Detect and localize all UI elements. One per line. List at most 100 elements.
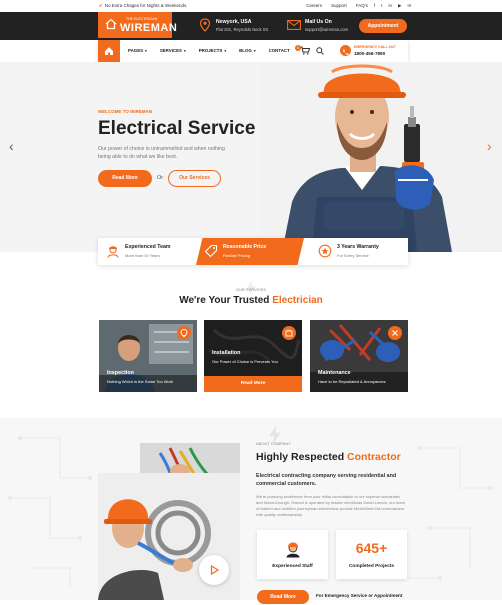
email-icon[interactable]: ✉ [408,3,412,9]
or-text: Or [157,175,164,181]
facebook-icon[interactable]: f [374,3,375,9]
installation-read-more-button[interactable]: Read More [204,376,302,392]
about-title-accent: Contractor [347,451,401,463]
services-title-accent: Electrician [272,295,323,306]
location-info: Newyork, USA Flat 201, Reynolds Neck Str [216,19,268,33]
staff-label: Experienced Staff [272,564,313,569]
chevron-down-icon: ▾ [145,49,147,53]
card-title: Installation [212,350,241,356]
completed-projects-box: 645+ Completed Projects [336,530,407,579]
youtube-icon[interactable]: ▶ [398,3,401,9]
nav-label: PAGES [128,48,144,53]
slider-prev-arrow-icon[interactable]: ‹ [9,138,14,154]
home-button[interactable] [98,40,120,62]
feature-experienced-team: Experienced Team More than 10 Years [98,238,198,265]
house-logo-icon [105,18,117,30]
faq-link[interactable]: FAQ's [356,3,368,8]
careers-link[interactable]: Careers [306,3,322,8]
circuit-pattern [8,436,492,588]
projects-label: Completed Projects [348,564,395,569]
electrician-photo [262,62,502,252]
worker-icon [107,246,119,258]
maintenance-icon [388,326,402,340]
staff-icon [286,542,300,558]
services-subtitle: OUR SERVICES [235,287,267,292]
hero-read-more-button[interactable]: Read More [98,170,152,187]
mail-title: Mail Us On [305,19,332,25]
inspection-icon [177,326,191,340]
linkedin-icon[interactable]: in [389,3,393,9]
card-desc: Our Power of Choice is Prevents You [212,359,278,364]
nav-items: PAGES ▾ SERVICES ▾ PROJECTS ▾ BLOG ▾ CONTACT [128,48,290,53]
about-subtitle: ABOUT COMPANY [256,441,291,446]
search-icon[interactable] [316,47,324,55]
about-read-more-button[interactable]: Read More [257,590,309,604]
appointment-button[interactable]: Appointment [359,19,407,33]
home-icon [105,47,113,55]
nav-label: SERVICES [159,48,182,53]
emergency-note: For Emergency Service or Appointment [316,593,403,598]
mail-address[interactable]: support@wireman.com [305,27,348,32]
nav-item-projects[interactable]: PROJECTS ▾ [199,48,226,53]
feature-desc: More than 10 Years [125,253,160,258]
warranty-badge-icon [318,244,332,258]
chevron-down-icon: ▾ [253,49,256,53]
feature-title: Experienced Team [125,244,171,250]
services-title-main: We're Your Trusted [179,295,273,306]
feature-desc: Flexible Pricing [223,253,251,258]
projects-number: 645+ [355,540,388,556]
logo[interactable]: THE ELECTRICIAN WIREMAN [98,12,177,38]
nav-item-pages[interactable]: PAGES ▾ [128,48,147,53]
price-tag-icon [204,244,218,258]
about-title: Highly Respected Contractor [256,451,401,463]
location-icon [199,18,211,32]
play-video-button[interactable] [199,555,229,585]
emergency-call[interactable]: EMERGENCY CALL 24/7 1800-456-7890 [338,43,408,59]
support-link[interactable]: Support [331,3,347,8]
card-title: Inspection [107,370,134,376]
card-desc: Have to be Repudiated & Annoyances [318,379,386,384]
play-icon [210,564,220,576]
chevron-down-icon: ▾ [224,49,227,53]
nav-item-blog[interactable]: BLOG ▾ [239,48,255,53]
logo-tagline: THE ELECTRICIAN [126,17,158,21]
cart-icon[interactable] [300,46,310,55]
location-detail: Flat 201, Reynolds Neck Str [216,27,269,32]
slider-next-arrow-icon[interactable]: › [487,138,492,154]
feature-desc: For Every Service [337,253,369,258]
service-card-installation[interactable]: Installation Our Power of Choice is Prev… [204,320,302,392]
feature-reasonable-price: Reasonable Price Flexible Pricing [196,238,304,265]
experienced-staff-box: Experienced Staff [257,530,328,579]
phone-icon [340,45,351,56]
top-bar: ✔ No Extra Chages for Nights & Weekends. … [0,0,502,12]
location-title: Newyork, USA [216,19,252,25]
card-desc: Nothing Which is the Same Too Work [107,379,174,384]
topbar-links: Careers Support FAQ's [306,3,368,8]
twitter-icon[interactable]: t [381,3,382,9]
notice-text: No Extra Chages for Nights & Weekends. [104,3,188,8]
hero-text: Our power of choice is untrammelled and … [98,146,225,160]
nav-label: BLOG [239,48,252,53]
features-bar: Experienced Team More than 10 Years Reas… [98,238,408,265]
mail-info: Mail Us On support@wireman.com [305,19,348,33]
service-card-inspection[interactable]: Inspection Nothing Which is the Same Too… [99,320,197,392]
topbar-notice: ✔ No Extra Chages for Nights & Weekends. [99,3,188,9]
hero-subtitle: WELCOME TO WIREMAN [98,109,153,114]
installation-icon [282,326,296,340]
check-icon: ✔ [99,3,103,8]
feature-title: Reasonable Price [223,244,267,250]
our-services-button[interactable]: Our Services [168,170,221,187]
hero-section: WELCOME TO WIREMAN Electrical Service Ou… [0,62,502,252]
nav-label: PROJECTS [198,48,223,53]
chevron-down-icon: ▾ [183,49,186,53]
about-title-main: Highly Respected [256,451,348,463]
nav-item-contact[interactable]: CONTACT [269,48,290,53]
hero-title: Electrical Service [98,118,256,139]
service-card-maintenance[interactable]: Maintenance Have to be Repudiated & Anno… [310,320,408,392]
mail-icon [287,20,301,30]
feature-title: 3 Years Warranty [337,244,379,250]
nav-item-services[interactable]: SERVICES ▾ [160,48,186,53]
feature-warranty: 3 Years Warranty For Every Service [310,238,408,265]
services-title: We're Your Trusted Electrician [0,295,502,306]
emergency-number: 1800-456-7890 [354,51,386,56]
